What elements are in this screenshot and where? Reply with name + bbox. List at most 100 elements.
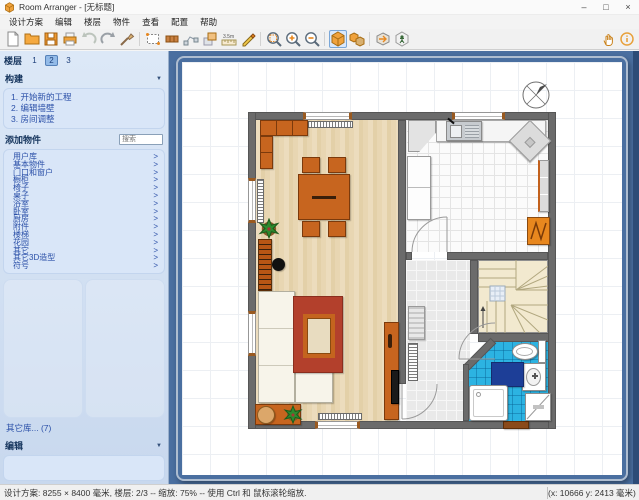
hallway-shelf[interactable] xyxy=(408,306,425,340)
category-bathroom[interactable]: 浴室> xyxy=(13,200,158,208)
save-icon[interactable] xyxy=(42,30,60,48)
clone-stamp-icon[interactable] xyxy=(201,30,219,48)
redo-icon[interactable] xyxy=(99,30,117,48)
menu-options[interactable]: 配置 xyxy=(165,16,194,28)
shower-tray[interactable] xyxy=(469,385,508,421)
zoom-region-icon[interactable] xyxy=(265,30,283,48)
menu-help[interactable]: 帮助 xyxy=(194,16,223,28)
kitchen-stove[interactable] xyxy=(527,217,550,245)
radiator-left[interactable] xyxy=(257,179,264,223)
dining-chair[interactable] xyxy=(328,157,346,173)
wall-top[interactable] xyxy=(248,112,556,120)
maximize-button[interactable]: □ xyxy=(595,0,617,14)
open-folder-icon[interactable] xyxy=(23,30,41,48)
category-doors-windows[interactable]: 门口和窗户> xyxy=(13,169,158,177)
menu-floor[interactable]: 楼层 xyxy=(78,16,107,28)
view-3d-icon[interactable] xyxy=(329,30,347,48)
menu-edit[interactable]: 编辑 xyxy=(49,16,78,28)
floor-plan[interactable] xyxy=(248,112,556,429)
step-adjust-rooms[interactable]: 3. 房间调整 xyxy=(11,114,157,125)
wall-left[interactable] xyxy=(248,112,256,429)
edit-points-icon[interactable] xyxy=(182,30,200,48)
plan-canvas[interactable] xyxy=(169,51,639,484)
washing-machine[interactable] xyxy=(525,393,551,421)
collapse-icon[interactable]: ▼ xyxy=(156,76,162,82)
new-document-icon[interactable] xyxy=(4,30,22,48)
radiator-top[interactable] xyxy=(307,121,353,128)
potted-plant[interactable] xyxy=(283,405,303,425)
wall-kitchen-bottom-right[interactable] xyxy=(447,252,548,260)
wall-right[interactable] xyxy=(548,112,556,429)
drawing-page[interactable] xyxy=(182,62,622,475)
bookshelf[interactable] xyxy=(258,239,272,291)
info-icon[interactable] xyxy=(618,30,636,48)
category-cabinets[interactable]: 橱柜> xyxy=(13,176,158,184)
kitchen-sink[interactable] xyxy=(446,121,482,141)
dining-chair[interactable] xyxy=(328,221,346,237)
category-chairs[interactable]: 椅子> xyxy=(13,184,158,192)
minimize-button[interactable]: – xyxy=(573,0,595,14)
menu-project[interactable]: 设计方案 xyxy=(3,16,49,28)
window-left-1[interactable] xyxy=(248,178,256,223)
menu-object[interactable]: 物件 xyxy=(107,16,136,28)
kitchen-tall-cabinet[interactable] xyxy=(407,156,431,220)
sofa-chaise[interactable] xyxy=(295,369,333,403)
step-edit-walls[interactable]: 2. 编辑墙壁 xyxy=(11,103,157,114)
kitchen-wall-cabinets[interactable] xyxy=(538,160,549,212)
category-tables[interactable]: 桌子> xyxy=(13,192,158,200)
floor-button-1[interactable]: 1 xyxy=(28,55,41,66)
potted-plant[interactable] xyxy=(258,218,280,240)
window-bottom[interactable] xyxy=(315,421,360,429)
window-top-1[interactable] xyxy=(303,112,352,120)
other-libraries-link[interactable]: 其它库... (7) xyxy=(0,420,168,436)
coffee-table[interactable] xyxy=(303,314,335,358)
zoom-in-icon[interactable] xyxy=(284,30,302,48)
living-room-door[interactable] xyxy=(401,383,439,421)
bath-mat[interactable] xyxy=(491,362,524,387)
collapse-icon[interactable]: ▼ xyxy=(156,443,162,449)
sideboard-vertical[interactable] xyxy=(260,136,273,169)
walk-3d-icon[interactable] xyxy=(393,30,411,48)
round-side-table[interactable] xyxy=(257,406,275,424)
floor-button-2[interactable]: 2 xyxy=(45,55,58,66)
draw-pencil-icon[interactable] xyxy=(239,30,257,48)
close-button[interactable]: × xyxy=(617,0,639,14)
toilet-tank[interactable] xyxy=(538,340,546,363)
category-other-3d[interactable]: 其它3D造型> xyxy=(13,254,158,262)
window-left-2[interactable] xyxy=(248,311,256,356)
dining-chair[interactable] xyxy=(302,221,320,237)
radiator-bottom[interactable] xyxy=(318,413,362,420)
wall-tool-icon[interactable] xyxy=(163,30,181,48)
select-region-icon[interactable] xyxy=(144,30,162,48)
kitchen-door[interactable] xyxy=(411,216,449,254)
floor-button-3[interactable]: 3 xyxy=(62,55,75,66)
zoom-out-icon[interactable] xyxy=(303,30,321,48)
category-kitchen[interactable]: 厨房> xyxy=(13,215,158,223)
floor-pouf[interactable] xyxy=(272,258,285,271)
category-bedroom[interactable]: 卧室> xyxy=(13,208,158,216)
category-garden[interactable]: 花园> xyxy=(13,239,158,247)
scene-3d-icon[interactable] xyxy=(374,30,392,48)
front-door[interactable] xyxy=(503,421,529,429)
category-symbols[interactable]: 符号> xyxy=(13,262,158,270)
bathroom-door[interactable] xyxy=(458,322,497,361)
step-new-project[interactable]: 1. 开始新的工程 xyxy=(11,92,157,103)
menu-view[interactable]: 查看 xyxy=(136,16,165,28)
search-input[interactable] xyxy=(119,134,163,145)
dining-chair[interactable] xyxy=(302,157,320,173)
objects-3d-icon[interactable] xyxy=(348,30,366,48)
paint-brush-icon[interactable] xyxy=(118,30,136,48)
toilet-bowl[interactable] xyxy=(512,343,538,360)
undo-icon[interactable] xyxy=(80,30,98,48)
wall-living-divider[interactable] xyxy=(398,120,406,384)
category-accessories[interactable]: 附件> xyxy=(13,223,158,231)
window-top-2[interactable] xyxy=(452,112,505,120)
category-stairs[interactable]: 楼梯> xyxy=(13,231,158,239)
bathroom-sink[interactable] xyxy=(522,363,546,391)
pointer-hand-icon[interactable] xyxy=(599,30,617,48)
tv-screen[interactable] xyxy=(391,370,399,404)
sideboard-horizontal[interactable] xyxy=(260,120,308,136)
sofa-long-arm[interactable] xyxy=(258,291,295,403)
measure-icon[interactable]: 3.5m xyxy=(220,30,238,48)
radiator-hallway[interactable] xyxy=(408,343,418,381)
